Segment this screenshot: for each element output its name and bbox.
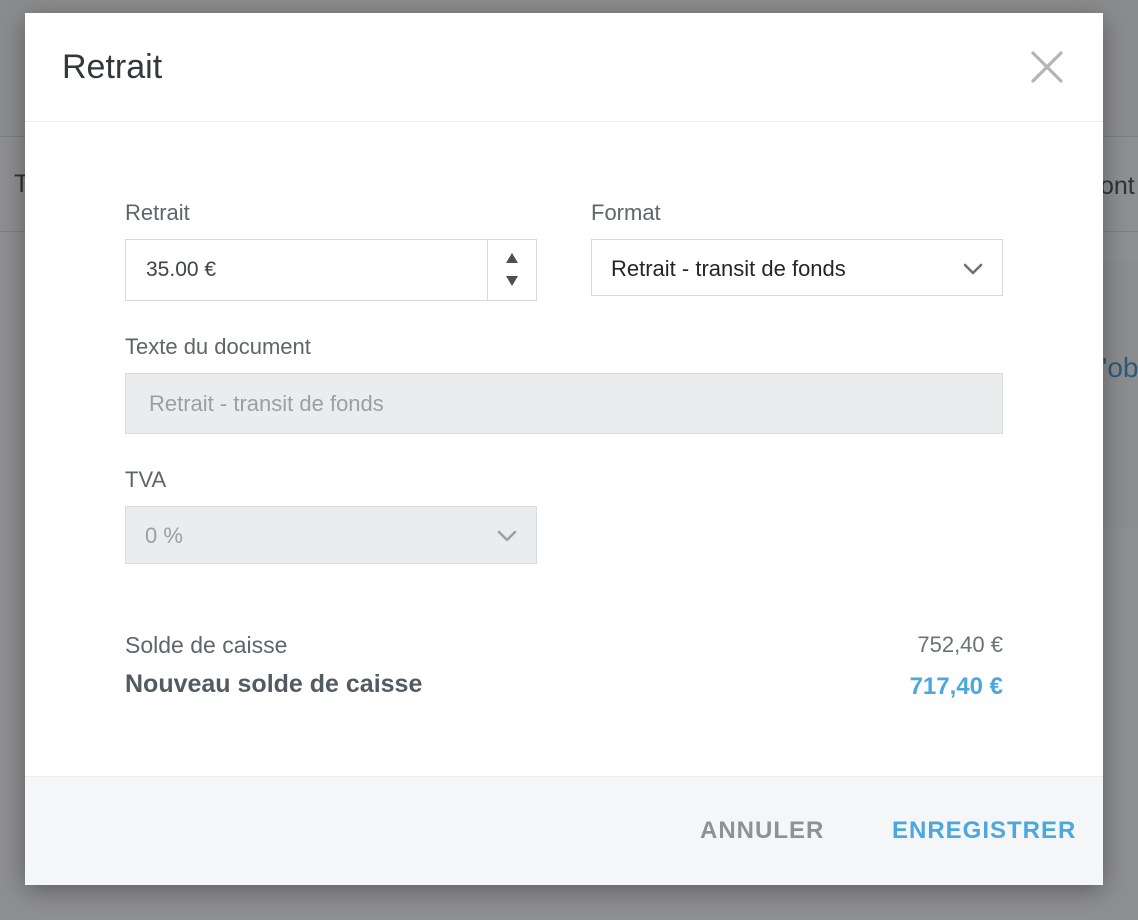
modal-header: Retrait [25,13,1103,122]
cash-balance-value: 752,40 € [917,632,1003,657]
modal-title: Retrait [62,48,163,86]
background-link-text: 'ob [1102,352,1138,383]
withdrawal-modal: Retrait Retrait 35.00 € Format Retrait -… [25,13,1103,885]
format-select[interactable]: Retrait - transit de fonds [591,239,1003,296]
amount-value: 35.00 € [146,258,217,281]
new-cash-balance-value: 717,40 € [909,673,1003,700]
stepper-down-button[interactable] [488,270,538,299]
vat-label: TVA [125,467,167,492]
amount-stepper[interactable] [487,240,538,300]
close-icon [1031,51,1063,83]
vat-selected-value: 0 % [145,523,183,548]
arrow-down-icon [506,276,518,286]
modal-footer: ANNULER ENREGISTRER [25,776,1103,885]
background-panel [1102,262,1138,527]
cash-balance-label: Solde de caisse [125,632,288,658]
close-button[interactable] [1029,49,1065,85]
chevron-down-icon [497,530,517,542]
chevron-down-icon [963,263,983,275]
amount-label: Retrait [125,200,190,225]
background-tab-right-text: ont [1100,172,1135,200]
save-button[interactable]: ENREGISTRER [892,817,1076,845]
document-text-field: Retrait - transit de fonds [125,373,1003,434]
amount-input[interactable]: 35.00 € [125,239,537,301]
document-text-label: Texte du document [125,334,311,359]
stepper-up-button[interactable] [488,240,538,269]
document-text-placeholder: Retrait - transit de fonds [149,391,384,416]
vat-select: 0 % [125,506,537,564]
arrow-up-icon [506,253,518,263]
cancel-button[interactable]: ANNULER [700,817,824,845]
format-selected-value: Retrait - transit de fonds [611,256,846,281]
new-cash-balance-label: Nouveau solde de caisse [125,670,423,698]
format-label: Format [591,200,661,225]
